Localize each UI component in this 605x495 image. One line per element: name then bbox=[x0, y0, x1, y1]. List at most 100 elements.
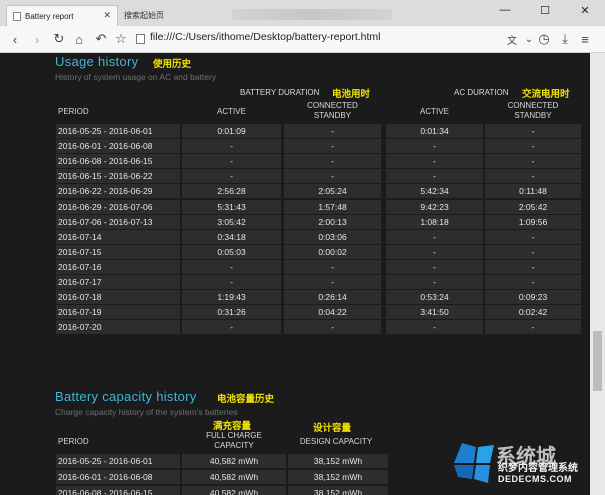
full-charge-header-cn: 满充容量 bbox=[213, 421, 252, 432]
col-ac-standby: CONNECTED STANDBY bbox=[485, 101, 581, 121]
cap-col-full: FULL CHARGE CAPACITY bbox=[182, 431, 286, 451]
table-cell-b-active: 1:19:43 bbox=[182, 290, 281, 305]
table-cell-ac-active: 9:42:23 bbox=[386, 199, 483, 214]
table-cell-ac-active: 3:41:50 bbox=[386, 305, 483, 320]
table-cell-period: 2016-06-01 - 2016-06-08 bbox=[56, 139, 180, 154]
minimize-icon[interactable]: — bbox=[485, 0, 525, 20]
col-label-line1: CONNECTED bbox=[507, 101, 559, 110]
forward-icon[interactable]: › bbox=[28, 30, 46, 48]
battery-duration-header-cn: 电池用时 bbox=[332, 89, 371, 100]
home-icon[interactable]: ⌂ bbox=[70, 30, 88, 48]
table-cell-period: 2016-07-15 bbox=[56, 244, 180, 259]
bookmark-star-icon[interactable]: ☆ bbox=[112, 30, 130, 48]
table-cell-ac-standby: - bbox=[485, 244, 581, 259]
table-cell-period: 2016-07-14 bbox=[56, 229, 180, 244]
table-cell-b-standby: 2:05:24 bbox=[284, 184, 381, 199]
scrollbar[interactable] bbox=[590, 53, 605, 495]
table-cell-ac-active: - bbox=[386, 275, 483, 289]
url-field[interactable]: file:///C:/Users/ithome/Desktop/battery-… bbox=[150, 31, 381, 43]
close-tab-icon[interactable]: ✕ bbox=[103, 10, 111, 21]
reload-icon[interactable]: ↻ bbox=[50, 30, 68, 48]
table-cell-b-active: 3:05:42 bbox=[182, 214, 281, 229]
table-cell-b-active: - bbox=[182, 259, 281, 274]
table-cell-b-standby: 0:00:02 bbox=[284, 244, 381, 259]
table-cell-ac-active: - bbox=[386, 229, 483, 244]
usage-history-title: Usage history bbox=[55, 54, 139, 69]
table-cell-b-active: - bbox=[182, 139, 281, 154]
page-icon bbox=[13, 11, 21, 21]
table-cell-ac-standby: 0:02:42 bbox=[485, 305, 581, 320]
back-icon[interactable]: ‹ bbox=[6, 30, 24, 48]
table-cell-ac-standby: 0:09:23 bbox=[485, 290, 581, 305]
scrollbar-thumb[interactable] bbox=[593, 331, 602, 391]
table-cell-b-standby: - bbox=[284, 124, 381, 138]
tab-strip: Battery report ✕ 搜索起始页 — ☐ ✕ bbox=[0, 0, 605, 26]
table-cell-b-standby: 1:57:48 bbox=[284, 199, 381, 214]
menu-icon[interactable]: ≡ bbox=[576, 30, 594, 48]
table-cell-ac-standby: - bbox=[485, 154, 581, 169]
tab-title: Battery report bbox=[25, 11, 74, 21]
table-cell-b-active: 0:05:03 bbox=[182, 244, 281, 259]
tab-battery-report[interactable]: Battery report ✕ bbox=[6, 5, 118, 26]
address-bar: ‹ › ↻ ⌂ ↶ ☆ file:///C:/Users/ithome/Desk… bbox=[0, 26, 605, 53]
table-cell-full: 40,582 mWh bbox=[182, 470, 286, 484]
table-cell-b-standby: - bbox=[284, 139, 381, 154]
col-label-line2: STANDBY bbox=[313, 111, 352, 120]
table-cell-period: 2016-07-18 bbox=[56, 290, 180, 305]
table-cell-ac-standby: - bbox=[485, 124, 581, 138]
table-cell-ac-active: - bbox=[386, 139, 483, 154]
blurred-bookmarks bbox=[232, 9, 392, 20]
col-label-line1: CONNECTED bbox=[307, 101, 358, 110]
usage-history-subtitle: History of system usage on AC and batter… bbox=[55, 72, 217, 82]
table-cell-ac-standby: - bbox=[485, 320, 581, 335]
table-cell-ac-active: - bbox=[386, 154, 483, 169]
logo-tile-tl bbox=[454, 443, 476, 463]
table-cell-period: 2016-06-22 - 2016-06-29 bbox=[56, 184, 180, 199]
table-cell-b-standby: - bbox=[284, 169, 381, 184]
col-period: PERIOD bbox=[58, 107, 89, 116]
table-cell-period: 2016-06-29 - 2016-07-06 bbox=[56, 199, 180, 214]
table-cell-b-active: - bbox=[182, 320, 281, 335]
table-cell-b-standby: - bbox=[284, 320, 381, 335]
battery-duration-header: BATTERY DURATION bbox=[240, 88, 320, 97]
table-cell-period: 2016-06-01 - 2016-06-08 bbox=[56, 470, 180, 484]
table-cell-b-active: 2:56:28 bbox=[182, 184, 281, 199]
table-cell-ac-standby: - bbox=[485, 139, 581, 154]
table-cell-ac-standby: - bbox=[485, 169, 581, 184]
table-cell-period: 2016-05-25 - 2016-06-01 bbox=[56, 124, 180, 138]
table-cell-full: 40,582 mWh bbox=[182, 486, 286, 495]
table-cell-ac-active: 0:53:24 bbox=[386, 290, 483, 305]
table-cell-ac-standby: 2:05:42 bbox=[485, 199, 581, 214]
table-cell-full: 40,582 mWh bbox=[182, 454, 286, 468]
maximize-icon[interactable]: ☐ bbox=[525, 0, 565, 20]
usage-history-title-cn: 使用历史 bbox=[153, 59, 192, 70]
download-icon[interactable]: ⤓ bbox=[556, 30, 574, 48]
table-cell-ac-active: - bbox=[386, 259, 483, 274]
capacity-history-title: Battery capacity history bbox=[55, 389, 197, 404]
history-icon[interactable]: ◷ bbox=[535, 30, 553, 48]
tab-start-page[interactable]: 搜索起始页 bbox=[120, 5, 230, 26]
ac-duration-header: AC DURATION bbox=[454, 88, 509, 97]
table-cell-period: 2016-07-16 bbox=[56, 259, 180, 274]
table-cell-b-active: - bbox=[182, 169, 281, 184]
undo-icon[interactable]: ↶ bbox=[92, 30, 110, 48]
table-cell-b-active: 0:34:18 bbox=[182, 229, 281, 244]
report-page: Usage history 使用历史 History of system usa… bbox=[0, 53, 590, 495]
col-ac-active: ACTIVE bbox=[420, 107, 449, 116]
table-cell-b-standby: 0:03:06 bbox=[284, 229, 381, 244]
table-cell-b-active: 5:31:43 bbox=[182, 199, 281, 214]
close-window-icon[interactable]: ✕ bbox=[565, 0, 605, 20]
table-cell-b-standby: - bbox=[284, 275, 381, 289]
col-label-line2: STANDBY bbox=[514, 111, 552, 120]
table-cell-ac-active: - bbox=[386, 244, 483, 259]
table-cell-b-active: - bbox=[182, 275, 281, 289]
table-cell-period: 2016-07-17 bbox=[56, 275, 180, 289]
table-cell-ac-standby: 1:09:56 bbox=[485, 214, 581, 229]
logo-tile-br bbox=[474, 465, 490, 483]
col-battery-standby: CONNECTED STANDBY bbox=[284, 101, 381, 121]
translate-icon[interactable]: 文 bbox=[503, 30, 521, 48]
table-cell-b-standby: - bbox=[284, 259, 381, 274]
table-cell-b-standby: 0:26:14 bbox=[284, 290, 381, 305]
table-cell-b-active: 0:31:26 bbox=[182, 305, 281, 320]
table-cell-period: 2016-07-06 - 2016-07-13 bbox=[56, 214, 180, 229]
